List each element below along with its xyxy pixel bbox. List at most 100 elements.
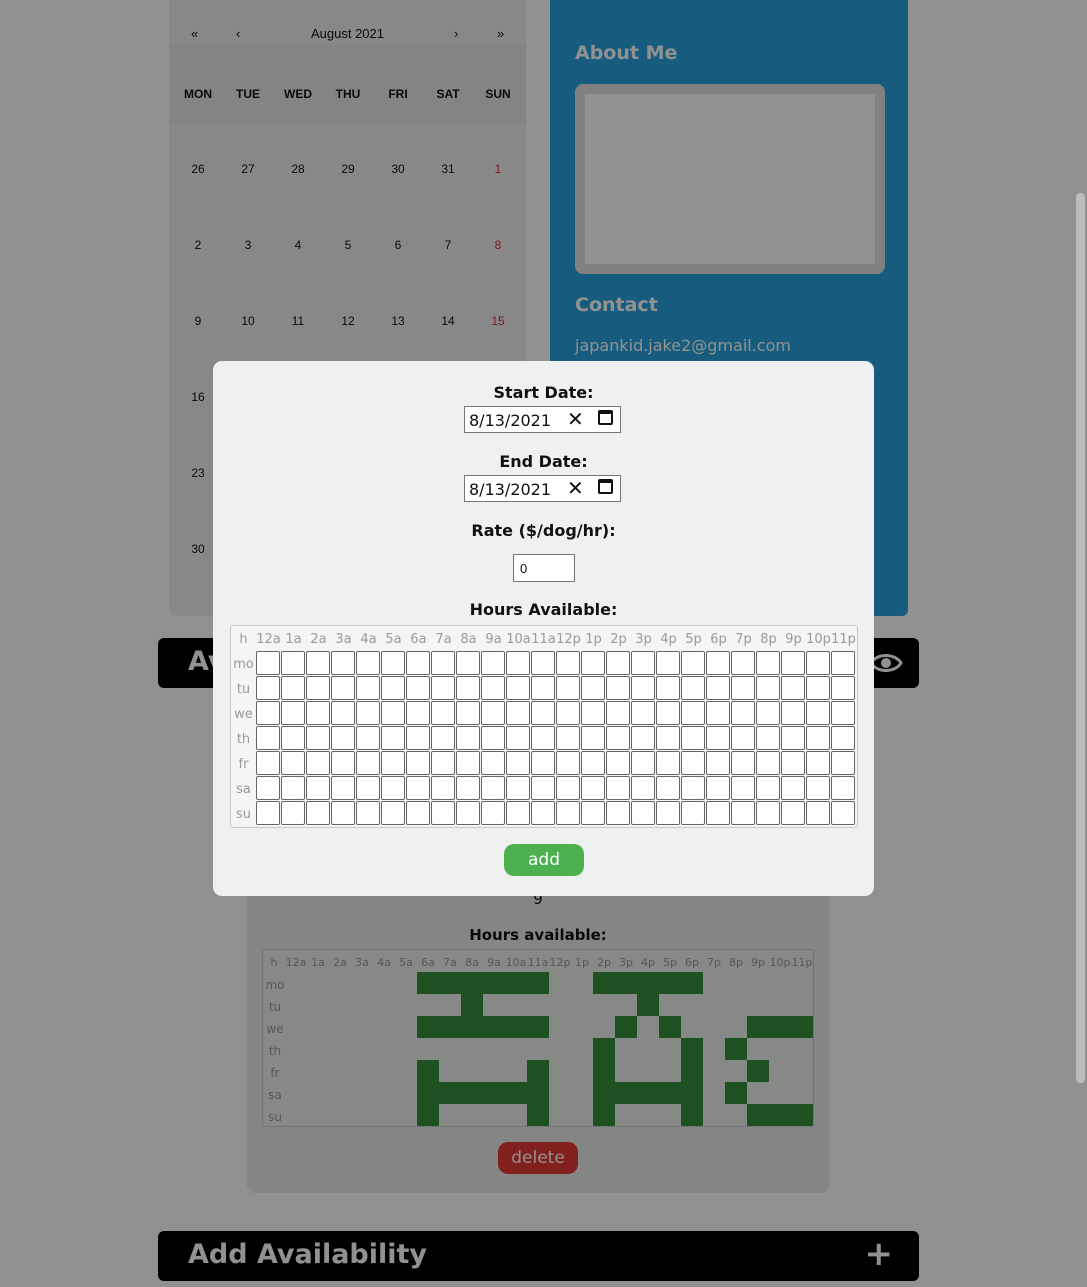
hour-slot-checkbox[interactable] — [381, 701, 405, 725]
hour-slot-checkbox[interactable] — [831, 776, 855, 800]
hour-slot-checkbox[interactable] — [456, 751, 480, 775]
hour-slot-checkbox[interactable] — [356, 751, 380, 775]
hour-slot-checkbox[interactable] — [506, 651, 530, 675]
hour-slot-checkbox[interactable] — [731, 751, 755, 775]
hour-slot-checkbox[interactable] — [581, 751, 605, 775]
hour-slot-checkbox[interactable] — [406, 726, 430, 750]
hour-slot-checkbox[interactable] — [356, 776, 380, 800]
hour-slot-checkbox[interactable] — [431, 701, 455, 725]
hour-slot-checkbox[interactable] — [581, 801, 605, 825]
hour-slot-checkbox[interactable] — [481, 801, 505, 825]
hour-slot-checkbox[interactable] — [706, 651, 730, 675]
hour-slot-checkbox[interactable] — [281, 676, 305, 700]
hour-slot-checkbox[interactable] — [756, 651, 780, 675]
hour-slot-checkbox[interactable] — [256, 676, 280, 700]
hour-slot-checkbox[interactable] — [531, 701, 555, 725]
hour-slot-checkbox[interactable] — [356, 801, 380, 825]
hour-slot-checkbox[interactable] — [681, 676, 705, 700]
hour-slot-checkbox[interactable] — [656, 776, 680, 800]
hour-slot-checkbox[interactable] — [381, 676, 405, 700]
hour-slot-checkbox[interactable] — [281, 801, 305, 825]
hour-slot-checkbox[interactable] — [506, 676, 530, 700]
hour-slot-checkbox[interactable] — [531, 776, 555, 800]
start-date-input[interactable]: 8/13/2021 ✕ — [464, 406, 621, 433]
hour-slot-checkbox[interactable] — [756, 776, 780, 800]
hour-slot-checkbox[interactable] — [606, 776, 630, 800]
hour-slot-checkbox[interactable] — [806, 801, 830, 825]
hour-slot-checkbox[interactable] — [731, 726, 755, 750]
hour-slot-checkbox[interactable] — [331, 751, 355, 775]
hour-slot-checkbox[interactable] — [631, 801, 655, 825]
hour-slot-checkbox[interactable] — [406, 751, 430, 775]
hour-slot-checkbox[interactable] — [381, 726, 405, 750]
hour-slot-checkbox[interactable] — [606, 726, 630, 750]
hour-slot-checkbox[interactable] — [531, 651, 555, 675]
hour-slot-checkbox[interactable] — [556, 801, 580, 825]
hour-slot-checkbox[interactable] — [681, 776, 705, 800]
clear-icon[interactable]: ✕ — [567, 407, 584, 431]
hour-slot-checkbox[interactable] — [481, 676, 505, 700]
hour-slot-checkbox[interactable] — [756, 701, 780, 725]
hour-slot-checkbox[interactable] — [731, 676, 755, 700]
hour-slot-checkbox[interactable] — [381, 651, 405, 675]
hour-slot-checkbox[interactable] — [631, 701, 655, 725]
hour-slot-checkbox[interactable] — [481, 726, 505, 750]
hour-slot-checkbox[interactable] — [331, 701, 355, 725]
hour-slot-checkbox[interactable] — [456, 676, 480, 700]
hour-slot-checkbox[interactable] — [681, 701, 705, 725]
hour-slot-checkbox[interactable] — [831, 751, 855, 775]
hour-slot-checkbox[interactable] — [731, 701, 755, 725]
hour-slot-checkbox[interactable] — [556, 676, 580, 700]
hour-slot-checkbox[interactable] — [831, 651, 855, 675]
hour-slot-checkbox[interactable] — [506, 801, 530, 825]
hour-slot-checkbox[interactable] — [581, 701, 605, 725]
hour-slot-checkbox[interactable] — [431, 651, 455, 675]
calendar-icon[interactable] — [598, 479, 613, 494]
hour-slot-checkbox[interactable] — [831, 676, 855, 700]
hour-slot-checkbox[interactable] — [731, 651, 755, 675]
hour-slot-checkbox[interactable] — [656, 701, 680, 725]
hour-slot-checkbox[interactable] — [556, 751, 580, 775]
hour-slot-checkbox[interactable] — [806, 751, 830, 775]
hour-slot-checkbox[interactable] — [806, 651, 830, 675]
hour-slot-checkbox[interactable] — [631, 676, 655, 700]
hour-slot-checkbox[interactable] — [656, 726, 680, 750]
hour-slot-checkbox[interactable] — [681, 801, 705, 825]
hour-slot-checkbox[interactable] — [656, 651, 680, 675]
hour-slot-checkbox[interactable] — [456, 801, 480, 825]
hour-slot-checkbox[interactable] — [706, 751, 730, 775]
page-scrollbar[interactable] — [1076, 193, 1085, 1083]
hour-slot-checkbox[interactable] — [756, 801, 780, 825]
hour-slot-checkbox[interactable] — [381, 801, 405, 825]
hour-slot-checkbox[interactable] — [706, 801, 730, 825]
hour-slot-checkbox[interactable] — [506, 726, 530, 750]
hour-slot-checkbox[interactable] — [706, 701, 730, 725]
hour-slot-checkbox[interactable] — [556, 726, 580, 750]
hour-slot-checkbox[interactable] — [356, 701, 380, 725]
hour-slot-checkbox[interactable] — [681, 651, 705, 675]
hour-slot-checkbox[interactable] — [706, 776, 730, 800]
hour-slot-checkbox[interactable] — [456, 726, 480, 750]
hour-slot-checkbox[interactable] — [256, 776, 280, 800]
end-date-input[interactable]: 8/13/2021 ✕ — [464, 475, 621, 502]
hour-slot-checkbox[interactable] — [281, 726, 305, 750]
hour-slot-checkbox[interactable] — [381, 751, 405, 775]
hour-slot-checkbox[interactable] — [256, 801, 280, 825]
hour-slot-checkbox[interactable] — [406, 651, 430, 675]
hour-slot-checkbox[interactable] — [681, 726, 705, 750]
hour-slot-checkbox[interactable] — [331, 726, 355, 750]
hour-slot-checkbox[interactable] — [781, 676, 805, 700]
hour-slot-checkbox[interactable] — [806, 776, 830, 800]
hour-slot-checkbox[interactable] — [431, 751, 455, 775]
hour-slot-checkbox[interactable] — [631, 776, 655, 800]
hour-slot-checkbox[interactable] — [281, 751, 305, 775]
hour-slot-checkbox[interactable] — [306, 801, 330, 825]
hour-slot-checkbox[interactable] — [381, 776, 405, 800]
hour-slot-checkbox[interactable] — [731, 801, 755, 825]
hour-slot-checkbox[interactable] — [531, 676, 555, 700]
hour-slot-checkbox[interactable] — [481, 701, 505, 725]
hour-slot-checkbox[interactable] — [456, 701, 480, 725]
hour-slot-checkbox[interactable] — [306, 776, 330, 800]
hour-slot-checkbox[interactable] — [481, 751, 505, 775]
clear-icon[interactable]: ✕ — [567, 476, 584, 500]
